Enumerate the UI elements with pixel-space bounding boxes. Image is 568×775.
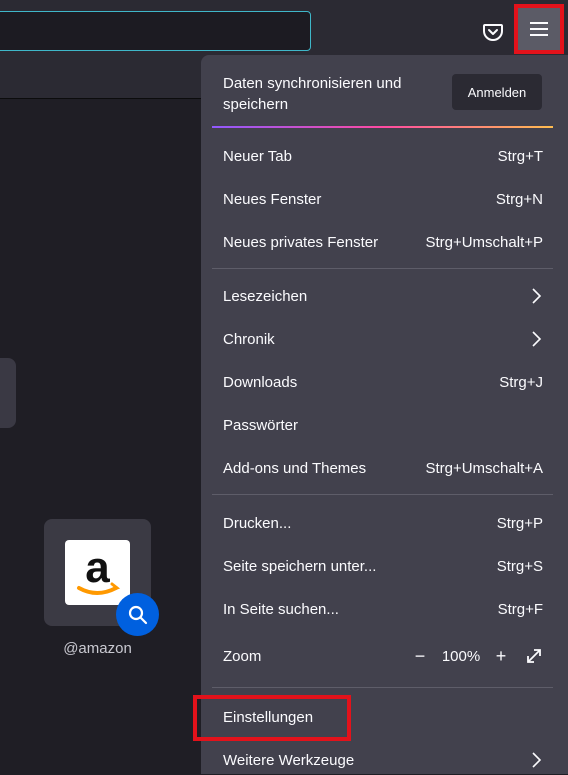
side-card[interactable] (0, 358, 16, 428)
menu-item-new-window[interactable]: Neues Fenster Strg+N (223, 184, 543, 214)
fullscreen-icon[interactable] (513, 646, 543, 666)
chevron-right-icon (532, 752, 542, 768)
search-icon[interactable] (116, 593, 159, 636)
menu-item-bookmarks[interactable]: Lesezeichen (223, 281, 543, 311)
hamburger-menu-icon (530, 22, 548, 36)
chevron-right-icon (532, 288, 542, 304)
menu-item-zoom: Zoom − 100% + (223, 641, 543, 671)
zoom-out-button[interactable]: − (407, 646, 433, 667)
menu-item-more-tools[interactable]: Weitere Werkzeuge (223, 745, 543, 775)
zoom-in-button[interactable]: + (489, 646, 513, 667)
sign-in-button[interactable]: Anmelden (452, 74, 542, 110)
app-menu-panel: Daten synchronisieren und speichern Anme… (201, 55, 568, 774)
settings-highlight-box (193, 695, 351, 741)
menu-item-downloads[interactable]: Downloads Strg+J (223, 367, 543, 397)
menu-item-save-page[interactable]: Seite speichern unter... Strg+S (223, 551, 543, 581)
chevron-right-icon (532, 331, 542, 347)
gradient-divider (212, 126, 553, 128)
menu-item-addons[interactable]: Add-ons und Themes Strg+Umschalt+A (223, 453, 543, 483)
divider (212, 268, 553, 269)
pocket-icon[interactable] (482, 20, 504, 42)
menu-item-history[interactable]: Chronik (223, 324, 543, 354)
svg-text:a: a (85, 543, 110, 592)
zoom-reset-button[interactable]: 100% (433, 648, 489, 665)
menu-item-find-in-page[interactable]: In Seite suchen... Strg+F (223, 594, 543, 624)
menu-item-passwords[interactable]: Passwörter (223, 410, 543, 440)
sync-title: Daten synchronisieren und speichern (223, 75, 402, 113)
menu-item-print[interactable]: Drucken... Strg+P (223, 508, 543, 538)
menu-item-new-private-window[interactable]: Neues privates Fenster Strg+Umschalt+P (223, 227, 543, 257)
menu-item-new-tab[interactable]: Neuer Tab Strg+T (223, 141, 543, 171)
shortcut-label: @amazon (63, 640, 132, 657)
divider (212, 494, 553, 495)
amazon-logo-icon: a (65, 540, 130, 605)
app-menu-button[interactable] (514, 4, 564, 54)
browser-toolbar (0, 0, 568, 55)
address-bar[interactable] (0, 11, 311, 51)
zoom-controls: − 100% + (407, 646, 543, 667)
divider (212, 687, 553, 688)
